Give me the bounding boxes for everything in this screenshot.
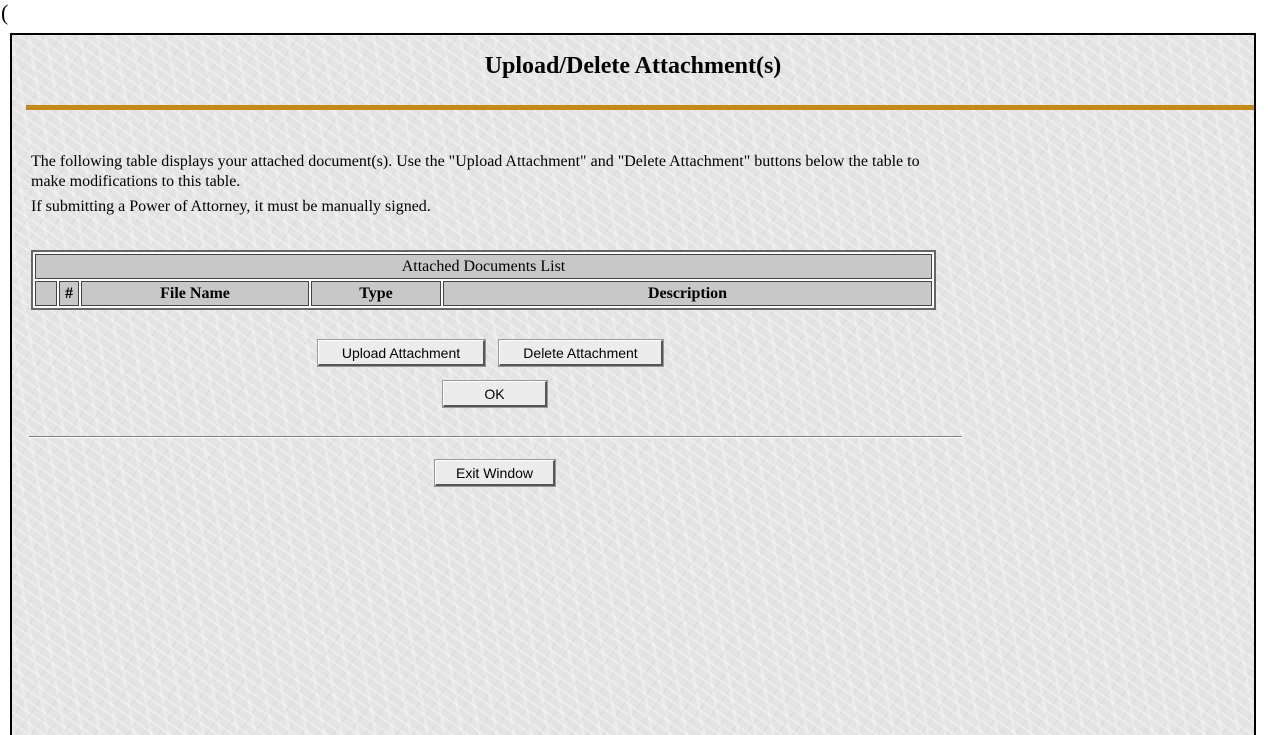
table-caption: Attached Documents List [35, 254, 932, 279]
instructions-text: The following table displays your attach… [31, 153, 920, 190]
power-of-attorney-note: If submitting a Power of Attorney, it mu… [31, 198, 431, 215]
upload-attachment-button[interactable]: Upload Attachment [317, 339, 486, 367]
exit-window-button[interactable]: Exit Window [434, 459, 556, 487]
page-title: Upload/Delete Attachment(s) [484, 53, 782, 79]
section-divider [29, 436, 962, 438]
type-column-header: Type [311, 281, 441, 306]
select-column-header [35, 281, 57, 306]
description-column-header: Description [443, 281, 932, 306]
attached-documents-table: Attached Documents List # File Name Type… [31, 250, 936, 310]
stray-parenthesis: ( [1, 0, 9, 25]
attachment-window: Upload/Delete Attachment(s) The followin… [10, 33, 1256, 735]
instructions: The following table displays your attach… [31, 152, 951, 222]
number-column-header: # [59, 281, 79, 306]
delete-attachment-button[interactable]: Delete Attachment [498, 339, 664, 367]
file-name-column-header: File Name [81, 281, 309, 306]
ok-button[interactable]: OK [442, 380, 548, 408]
table-caption-row: Attached Documents List [35, 254, 932, 279]
table-header-row: # File Name Type Description [35, 281, 932, 306]
title-divider [26, 105, 1254, 110]
